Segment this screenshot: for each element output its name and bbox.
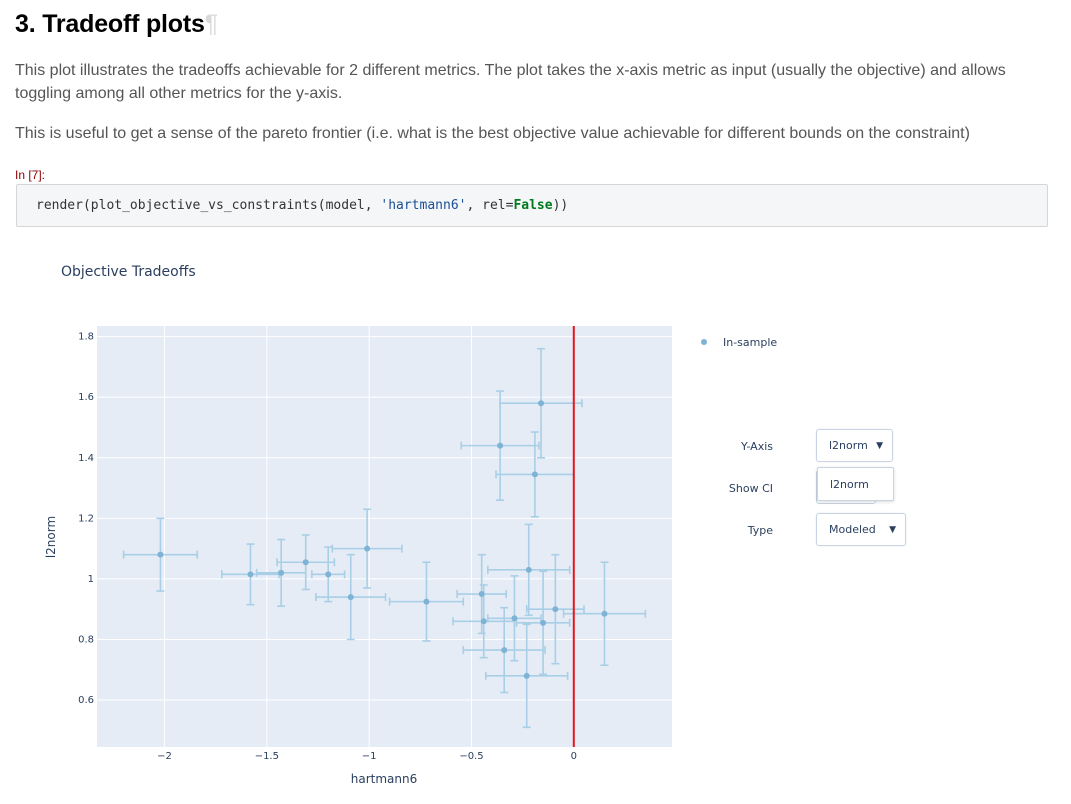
code-keyword: False: [513, 198, 553, 213]
code-string: 'hartmann6': [380, 198, 467, 213]
legend-label: In-sample: [723, 336, 777, 349]
y-tick-labels: 0.6 0.8 1 1.2 1.4 1.6 1.8: [78, 332, 94, 706]
data-point[interactable]: [302, 559, 309, 566]
x-tick-label: −2: [157, 751, 172, 762]
y-tick-label: 1.2: [78, 513, 94, 524]
y-tick-label: 1.4: [78, 453, 94, 464]
data-point[interactable]: [497, 442, 504, 449]
triangle-down-icon: ▼: [876, 440, 883, 451]
section-title: 3. Tradeoff plots: [15, 10, 205, 38]
code-close: )): [552, 198, 569, 213]
data-point[interactable]: [525, 566, 532, 573]
data-point[interactable]: [325, 571, 332, 578]
type-value: Modeled: [829, 523, 876, 536]
y-tick-label: 0.6: [78, 695, 94, 706]
code-arg: , rel=: [466, 198, 514, 213]
plot-area[interactable]: [97, 326, 672, 747]
data-point[interactable]: [278, 569, 285, 576]
y-axis-value: l2norm: [829, 439, 868, 452]
description-paragraph: This plot illustrates the tradeoffs achi…: [15, 62, 1006, 102]
data-point[interactable]: [538, 400, 545, 407]
y-axis-option-l2norm[interactable]: l2norm: [817, 467, 894, 501]
data-point[interactable]: [347, 594, 354, 601]
note-paragraph: This is useful to get a sense of the par…: [15, 125, 970, 142]
x-tick-labels: −2 −1.5 −1 −0.5 0: [157, 751, 577, 762]
y-tick-label: 1.8: [78, 332, 94, 343]
y-tick-label: 1: [88, 574, 94, 585]
triangle-down-icon: ▼: [889, 524, 896, 535]
data-point[interactable]: [480, 618, 487, 625]
data-point[interactable]: [157, 551, 164, 558]
x-tick-label: −1: [362, 751, 377, 762]
data-point[interactable]: [423, 598, 430, 605]
x-axis-title: hartmann6: [351, 772, 418, 786]
input-prompt: In [7]:: [15, 168, 46, 182]
x-tick-label: −0.5: [459, 751, 483, 762]
code-cell[interactable]: render(plot_objective_vs_constraints(mod…: [16, 184, 1048, 227]
code-call: render(plot_objective_vs_constraints(mod…: [36, 198, 381, 213]
x-tick-label: 0: [571, 751, 577, 762]
y-axis-label: Y-Axis: [741, 440, 773, 453]
data-point[interactable]: [552, 606, 559, 613]
data-point[interactable]: [511, 615, 518, 622]
chart-title: Objective Tradeoffs: [61, 264, 196, 280]
y-axis-title: l2norm: [44, 516, 58, 558]
data-point[interactable]: [478, 591, 485, 598]
show-ci-label: Show CI: [728, 482, 773, 495]
data-point[interactable]: [364, 545, 371, 552]
section-heading: 3. Tradeoff plots¶: [15, 10, 218, 39]
type-label: Type: [747, 524, 773, 537]
legend[interactable]: In-sample: [701, 336, 777, 349]
tradeoff-chart[interactable]: Objective Tradeoffs 0.60.811.21.41.61.8 …: [0, 240, 1071, 804]
data-point[interactable]: [247, 571, 254, 578]
data-point[interactable]: [540, 619, 547, 626]
data-point[interactable]: [531, 471, 538, 478]
data-point[interactable]: [501, 647, 508, 654]
y-axis-dropdown[interactable]: l2norm ▼: [816, 429, 893, 462]
data-point[interactable]: [523, 672, 530, 679]
type-dropdown[interactable]: Modeled ▼: [816, 513, 906, 546]
legend-marker-icon: [701, 339, 707, 345]
x-tick-label: −1.5: [255, 751, 279, 762]
y-tick-label: 0.8: [78, 634, 94, 645]
y-tick-label: 1.6: [78, 392, 94, 403]
data-point[interactable]: [601, 610, 608, 617]
anchor-link-icon[interactable]: ¶: [205, 10, 218, 38]
